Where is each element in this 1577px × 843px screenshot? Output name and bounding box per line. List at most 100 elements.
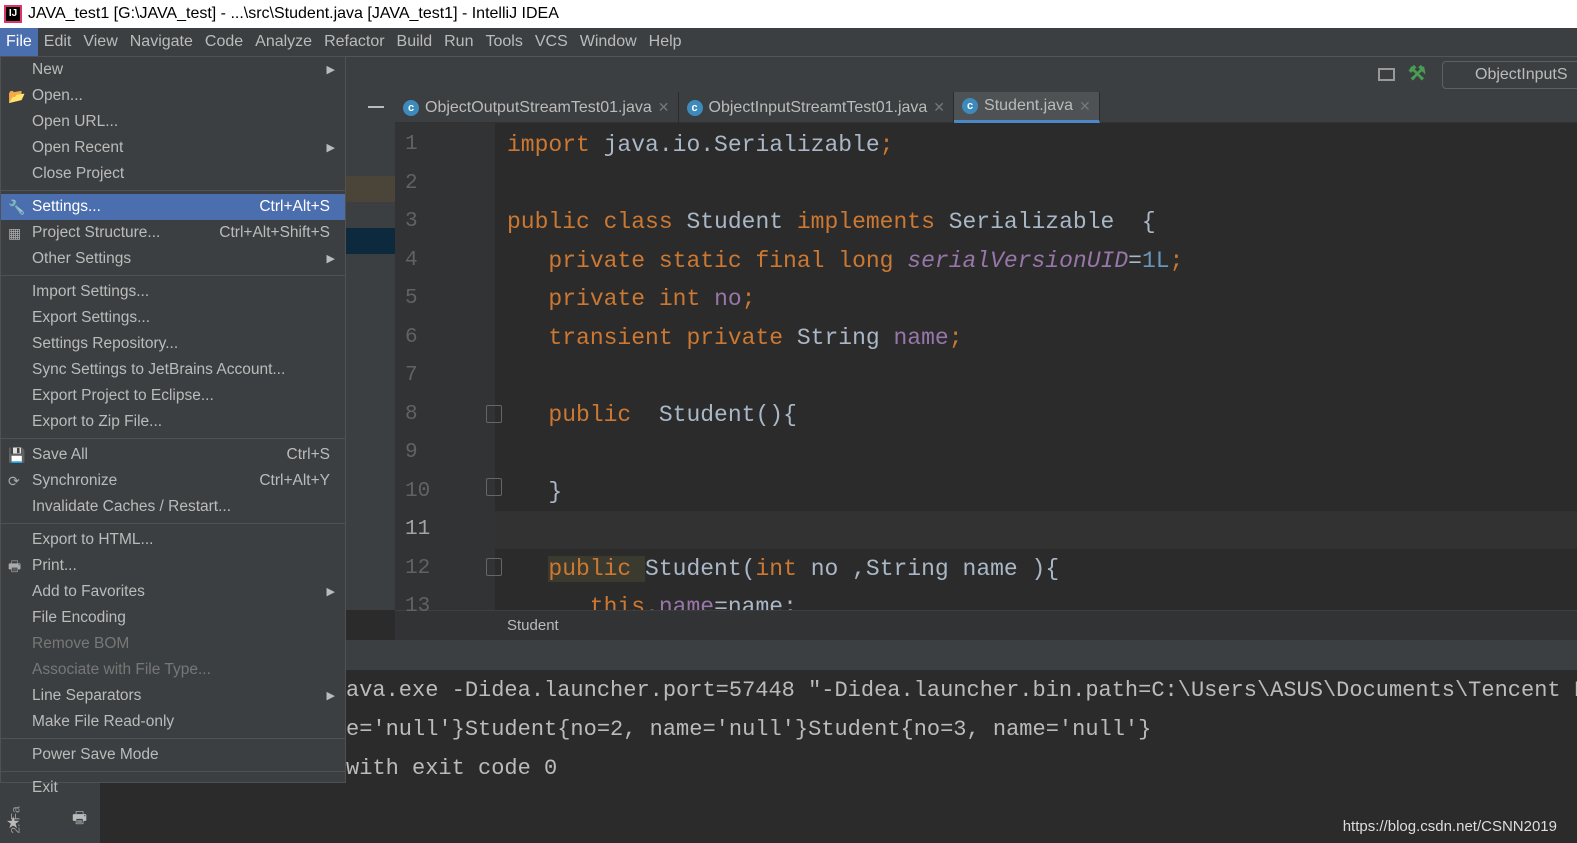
code-token: transient private: [548, 324, 797, 351]
code-token: no ,String name ){: [810, 555, 1060, 582]
menu-item-new[interactable]: New ▶: [1, 57, 345, 83]
line-number: 4: [405, 248, 418, 272]
menu-view[interactable]: View: [77, 28, 123, 56]
breadcrumb[interactable]: Student: [395, 610, 1577, 640]
build-hammer-icon[interactable]: ⚒: [1408, 61, 1426, 86]
menu-item-project-structure[interactable]: ▦ Project Structure... Ctrl+Alt+Shift+S: [1, 220, 345, 246]
menu-item-open-url[interactable]: Open URL...: [1, 109, 345, 135]
menu-edit[interactable]: Edit: [38, 28, 78, 56]
menu-build[interactable]: Build: [391, 28, 439, 56]
menu-item-label: Open URL...: [32, 113, 119, 130]
menu-window[interactable]: Window: [574, 28, 643, 56]
line-number: 1: [405, 133, 418, 156]
code-token: =: [1128, 247, 1142, 274]
menu-item-print[interactable]: 🖶 Print...: [1, 553, 345, 579]
close-tab-icon[interactable]: ✕: [1079, 98, 1091, 115]
menu-help[interactable]: Help: [643, 28, 688, 56]
menu-item-label: Make File Read-only: [32, 713, 175, 730]
menu-item-line-separators[interactable]: Line Separators ▶: [1, 683, 345, 709]
menu-item-export-to-zip-file[interactable]: Export to Zip File...: [1, 409, 345, 435]
menu-item-export-settings[interactable]: Export Settings...: [1, 305, 345, 331]
menu-item-other-settings[interactable]: Other Settings ▶: [1, 246, 345, 272]
tab-objectinputstreamttest01[interactable]: c ObjectInputStreamtTest01.java ✕: [679, 92, 955, 123]
menu-item-open-recent[interactable]: Open Recent ▶: [1, 135, 345, 161]
menu-item-label: Export to Zip File...: [32, 413, 163, 430]
code-token: this: [589, 594, 646, 610]
menu-item-open[interactable]: 📂 Open...: [1, 83, 345, 109]
tab-student[interactable]: c Student.java ✕: [954, 92, 1100, 123]
menu-item-file-encoding[interactable]: File Encoding: [1, 605, 345, 631]
code-line: public class Student implements Serializ…: [495, 203, 1577, 241]
menu-item-label: Project Structure...: [32, 224, 161, 241]
project-structure-icon: ▦: [8, 225, 22, 241]
code-token: ;: [879, 132, 894, 158]
menu-item-sync-settings-to-jetbrains-account[interactable]: Sync Settings to JetBrains Account...: [1, 357, 345, 383]
menu-item-label: Invalidate Caches / Restart...: [32, 498, 232, 515]
menu-item-label: Other Settings: [32, 250, 132, 267]
editor-tabs: c ObjectOutputStreamTest01.java ✕ c ObjectIn…: [395, 92, 1577, 123]
close-tab-icon[interactable]: ✕: [658, 99, 670, 116]
menu-item-import-settings[interactable]: Import Settings...: [1, 279, 345, 305]
run-config-selector[interactable]: ObjectInputS: [1442, 61, 1577, 89]
console-line: ava.exe -Didea.launcher.port=57448 "-Did…: [346, 678, 1577, 703]
line-number: 11: [405, 518, 431, 541]
code-token: name: [893, 324, 949, 351]
menu-item-remove-bom: Remove BOM: [1, 631, 345, 657]
menu-item-exit[interactable]: Exit: [1, 775, 345, 801]
menu-item-add-to-favorites[interactable]: Add to Favorites ▶: [1, 579, 345, 605]
run-console-icon[interactable]: [1378, 68, 1395, 81]
code-line: }: [495, 473, 1577, 511]
menu-code[interactable]: Code: [199, 28, 249, 56]
menu-item-power-save-mode[interactable]: Power Save Mode: [1, 742, 345, 768]
hide-pane-button[interactable]: [368, 106, 384, 108]
menu-run[interactable]: Run: [438, 28, 479, 56]
line-number: 6: [405, 325, 418, 349]
menu-refactor[interactable]: Refactor: [318, 28, 390, 56]
code-line: this.name=name;: [495, 588, 1577, 610]
menu-item-label: New: [32, 61, 64, 78]
menu-item-close-project[interactable]: Close Project: [1, 161, 345, 187]
code-token: private int: [548, 286, 715, 312]
fold-icon[interactable]: [486, 558, 502, 576]
menu-item-export-project-to-eclipse[interactable]: Export Project to Eclipse...: [1, 383, 345, 409]
menu-analyze[interactable]: Analyze: [249, 28, 318, 56]
tab-label: Student.java: [984, 97, 1073, 114]
line-number: 3: [405, 210, 418, 233]
submenu-arrow-icon: ▶: [326, 142, 335, 154]
fold-icon[interactable]: [486, 405, 502, 423]
print-icon[interactable]: 🖶: [72, 807, 87, 834]
java-class-icon: c: [962, 98, 979, 114]
code-token: String: [796, 324, 894, 351]
line-number: 5: [405, 287, 418, 310]
menu-item-settings[interactable]: 🔧 Settings... Ctrl+Alt+S: [1, 194, 345, 220]
code-line: import java.io.Serializable;: [495, 126, 1577, 164]
pane-row-selected: [346, 228, 395, 254]
menu-item-invalidate-caches-restart[interactable]: Invalidate Caches / Restart...: [1, 494, 345, 520]
menu-item-label: Export Settings...: [32, 309, 151, 326]
close-tab-icon[interactable]: ✕: [933, 99, 945, 116]
menu-item-shortcut: Ctrl+Alt+Y: [259, 472, 330, 489]
menu-item-settings-repository[interactable]: Settings Repository...: [1, 331, 345, 357]
fold-icon[interactable]: [486, 478, 502, 496]
submenu-arrow-icon: ▶: [326, 253, 335, 265]
menu-item-label: Close Project: [32, 165, 125, 182]
window-title: JAVA_test1 [G:\JAVA_test] - ...\src\Stud…: [0, 0, 1577, 28]
menu-tools[interactable]: Tools: [479, 28, 528, 56]
menu-item-make-file-read-only[interactable]: Make File Read-only: [1, 709, 345, 735]
menu-navigate[interactable]: Navigate: [124, 28, 199, 56]
menu-item-synchronize[interactable]: ⟳ Synchronize Ctrl+Alt+Y: [1, 468, 345, 494]
intellij-logo-icon: IJ: [4, 5, 22, 23]
menu-item-export-to-html[interactable]: Export to HTML...: [1, 527, 345, 553]
code-editor[interactable]: import java.io.Serializable; public class…: [495, 123, 1577, 610]
java-class-icon: c: [403, 99, 419, 116]
tab-objectoutputstreamtest01[interactable]: c ObjectOutputStreamTest01.java ✕: [395, 92, 679, 123]
submenu-arrow-icon: ▶: [326, 586, 335, 598]
menu-item-save-all[interactable]: 💾 Save All Ctrl+S: [1, 442, 345, 468]
menu-vcs[interactable]: VCS: [529, 28, 574, 56]
menu-item-label: Remove BOM: [32, 635, 130, 652]
menu-file[interactable]: File: [0, 28, 38, 56]
